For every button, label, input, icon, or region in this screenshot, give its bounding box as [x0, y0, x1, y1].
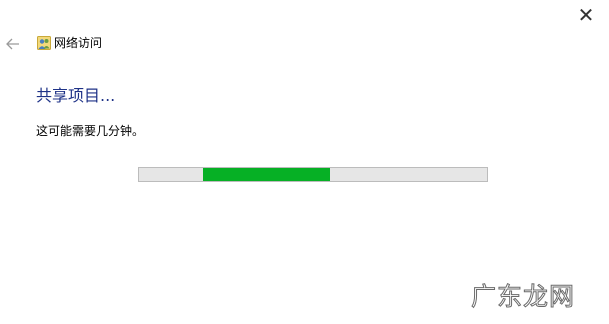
- progress-bar: [138, 167, 488, 182]
- window-title: 网络访问: [54, 36, 103, 50]
- close-icon: ✕: [577, 3, 595, 27]
- close-button[interactable]: ✕: [563, 0, 609, 30]
- status-description: 这可能需要几分钟。: [36, 124, 145, 138]
- progress-bar-fill: [203, 168, 331, 181]
- page-heading: 共享项目...: [36, 86, 116, 105]
- back-arrow-icon: [6, 38, 19, 50]
- network-users-icon: [37, 36, 51, 50]
- back-button[interactable]: [3, 33, 23, 55]
- wizard-window: ✕ 网络访问 共享项目... 这可能需要几分钟。 广东龙网: [0, 0, 609, 324]
- watermark-text: 广东龙网: [470, 282, 576, 312]
